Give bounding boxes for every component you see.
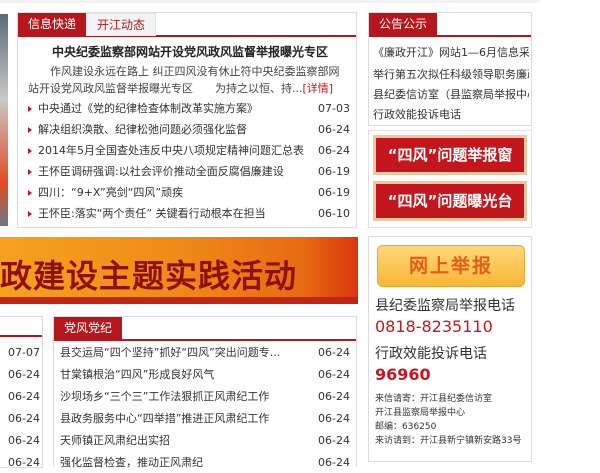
notice-panel: 公告公示 《廉政开江》网站1—6月信息采用目 举行第五次拟任科级领导职务廉政..… — [368, 12, 532, 126]
news-summary-text: 作风建设永远在路上 纠正四风没有休止符中央纪委监察部网站开设党风政风监督举报曝光… — [28, 65, 340, 95]
banner-bottom-stripe — [0, 297, 358, 304]
fourwinds-box: “四风”问题举报窗 “四风”问题曝光台 — [368, 130, 532, 228]
tab-news-express[interactable]: 信息快递 — [18, 13, 87, 35]
list-item-title[interactable]: 中央通过《党的纪律检查体制改革实施方案》 — [38, 99, 308, 119]
visit-address: 来访请到：开江县新宁镇新安路33号 — [375, 436, 522, 446]
list-item-date: 06-10 — [318, 207, 350, 220]
style-panel: 党风党纪 县交运局“四个坚持”抓好“四风”突出问题专... 06-24 甘棠镇根… — [53, 316, 357, 469]
list-item[interactable]: 2014年5月全国查处违反中央八项规定精神问题汇总表 06-24 — [28, 141, 350, 161]
list-item-title[interactable]: 2014年5月全国查处违反中央八项规定精神问题汇总表 — [38, 141, 308, 161]
list-item-title[interactable]: 甘棠镇根治“四风”形成良好风气 — [60, 365, 300, 385]
list-item[interactable]: 甘棠镇根治“四风”形成良好风气 06-24 — [60, 365, 350, 385]
list-item-title[interactable]: 县交运局“四个坚持”抓好“四风”突出问题专... — [60, 343, 300, 363]
list-item-title[interactable]: 天师镇正风肃纪出实招 — [60, 431, 300, 451]
bullet-icon — [28, 106, 32, 112]
news-tabbar: 信息快递 开江动态 — [18, 13, 356, 37]
banner-text: 政建设主题实践活动 — [0, 257, 298, 295]
top-border — [0, 0, 600, 3]
complaint-phone-number: 96960 — [375, 365, 431, 384]
report-window-button[interactable]: “四风”问题举报窗 — [373, 135, 527, 175]
list-item-date: 06-19 — [318, 186, 350, 199]
list-item-title[interactable]: 解决组织涣散、纪律松弛问题必须强化监督 — [38, 120, 308, 140]
list-item-date: 06-24 — [318, 123, 350, 136]
online-report-panel: 网上举报 县纪委监察局举报电话 0818-8235110 行政效能投诉电话 96… — [368, 236, 532, 462]
list-item-date: 06-24 — [8, 456, 40, 469]
list-item-date: 06-24 — [8, 434, 40, 447]
postcode: 邮编：636250 — [375, 422, 437, 432]
notice-tabbar: 公告公示 — [369, 13, 531, 37]
list-item[interactable]: 四川：“9+X”亮剑“四风”顽疾 06-19 — [28, 183, 350, 203]
list-item-date: 06-24 — [318, 412, 350, 425]
style-tabbar: 党风党纪 — [54, 317, 356, 341]
tab-style-discipline[interactable]: 党风党纪 — [54, 317, 123, 339]
online-report-button[interactable]: 网上举报 — [377, 245, 525, 287]
list-item-date: 06-24 — [318, 456, 350, 469]
list-item-date: 06-19 — [318, 165, 350, 178]
list-item-date: 06-24 — [318, 390, 350, 403]
list-item-date: 06-24 — [318, 346, 350, 359]
list-item-title[interactable]: 王怀臣调研强调:以社会评价推动全面反腐倡廉建设 — [38, 162, 308, 182]
theme-banner[interactable]: 政建设主题实践活动 — [0, 237, 358, 304]
complaint-phone-label: 行政效能投诉电话 — [375, 346, 487, 362]
list-item-date: 06-24 — [318, 368, 350, 381]
list-item-date: 06-24 — [318, 434, 350, 447]
list-item-title[interactable]: 四川：“9+X”亮剑“四风”顽疾 — [38, 183, 308, 203]
list-item[interactable]: 中央通过《党的纪律检查体制改革实施方案》 07-03 — [28, 99, 350, 119]
report-phone-number: 0818-8235110 — [375, 317, 493, 336]
list-item-date: 06-24 — [318, 144, 350, 157]
letters-address-2: 开江县监察局举报中心 — [375, 408, 466, 418]
list-item-title[interactable]: 强化监督检查，推动正风肃纪 — [60, 453, 300, 473]
news-panel: 信息快递 开江动态 中央纪委监察部网站开设党风政风监督举报曝光专区 作风建设永远… — [17, 12, 357, 228]
list-item[interactable]: 强化监督检查，推动正风肃纪 06-24 — [60, 453, 350, 473]
list-item[interactable]: 王怀臣调研强调:以社会评价推动全面反腐倡廉建设 06-19 — [28, 162, 350, 182]
list-item-title[interactable]: 县政务服务中心“四举措”推进正风肃纪工作 — [60, 409, 300, 429]
list-item-date: 07-03 — [318, 102, 350, 115]
left-photo-strip — [0, 14, 8, 226]
list-item-title[interactable]: 王怀臣:落实“两个责任” 关键看行动根本在担当 — [38, 204, 308, 224]
list-item-date: 06-24 — [8, 390, 40, 403]
news-headline[interactable]: 中央纪委监察部网站开设党风政风监督举报曝光专区 — [30, 43, 350, 60]
bullet-icon — [28, 127, 32, 133]
news-detail-link[interactable]: [详情] — [303, 82, 334, 95]
online-report-label: 网上举报 — [408, 255, 493, 277]
list-item[interactable]: 解决组织涣散、纪律松弛问题必须强化监督 06-24 — [28, 120, 350, 140]
notice-item[interactable]: 《廉政开江》网站1—6月信息采用目 — [373, 43, 529, 63]
list-item[interactable]: 县交运局“四个坚持”抓好“四风”突出问题专... 06-24 — [60, 343, 350, 363]
news-summary: 作风建设永远在路上 纠正四风没有休止符中央纪委监察部网站开设党风政风监督举报曝光… — [28, 63, 350, 97]
exposure-button[interactable]: “四风”问题曝光台 — [373, 181, 527, 221]
report-phone-label: 县纪委监察局举报电话 — [375, 298, 515, 314]
bullet-icon — [28, 169, 32, 175]
bullet-icon — [28, 211, 32, 217]
notice-item[interactable]: 行政效能投诉电话 — [373, 105, 529, 125]
bullet-icon — [28, 190, 32, 196]
left-tabbar-line — [0, 335, 42, 337]
list-item-date: 06-24 — [8, 412, 40, 425]
notice-item[interactable]: 县纪委信访室（县监察局举报中心... — [373, 85, 529, 105]
list-item-title[interactable]: 沙坝场乡“三个三”工作法狠抓正风肃纪工作 — [60, 387, 300, 407]
tab-kaijiang-news[interactable]: 开江动态 — [86, 13, 157, 36]
tab-notice[interactable]: 公告公示 — [369, 13, 438, 35]
list-item[interactable]: 县政务服务中心“四举措”推进正风肃纪工作 06-24 — [60, 409, 350, 429]
left-list-panel: 07-07 06-24 06-24 06-24 06-24 06-24 — [0, 316, 43, 469]
bullet-icon — [28, 148, 32, 154]
list-item[interactable]: 王怀臣:落实“两个责任” 关键看行动根本在担当 06-10 — [28, 204, 350, 224]
right-gutter — [540, 0, 600, 470]
list-item[interactable]: 天师镇正风肃纪出实招 06-24 — [60, 431, 350, 451]
list-item-date: 06-24 — [8, 368, 40, 381]
notice-item[interactable]: 举行第五次拟任科级领导职务廉政... — [373, 65, 529, 85]
list-item[interactable]: 沙坝场乡“三个三”工作法狠抓正风肃纪工作 06-24 — [60, 387, 350, 407]
list-item-date: 07-07 — [8, 346, 40, 359]
letters-address: 来信请寄：开江县纪委信访室 — [375, 394, 493, 404]
